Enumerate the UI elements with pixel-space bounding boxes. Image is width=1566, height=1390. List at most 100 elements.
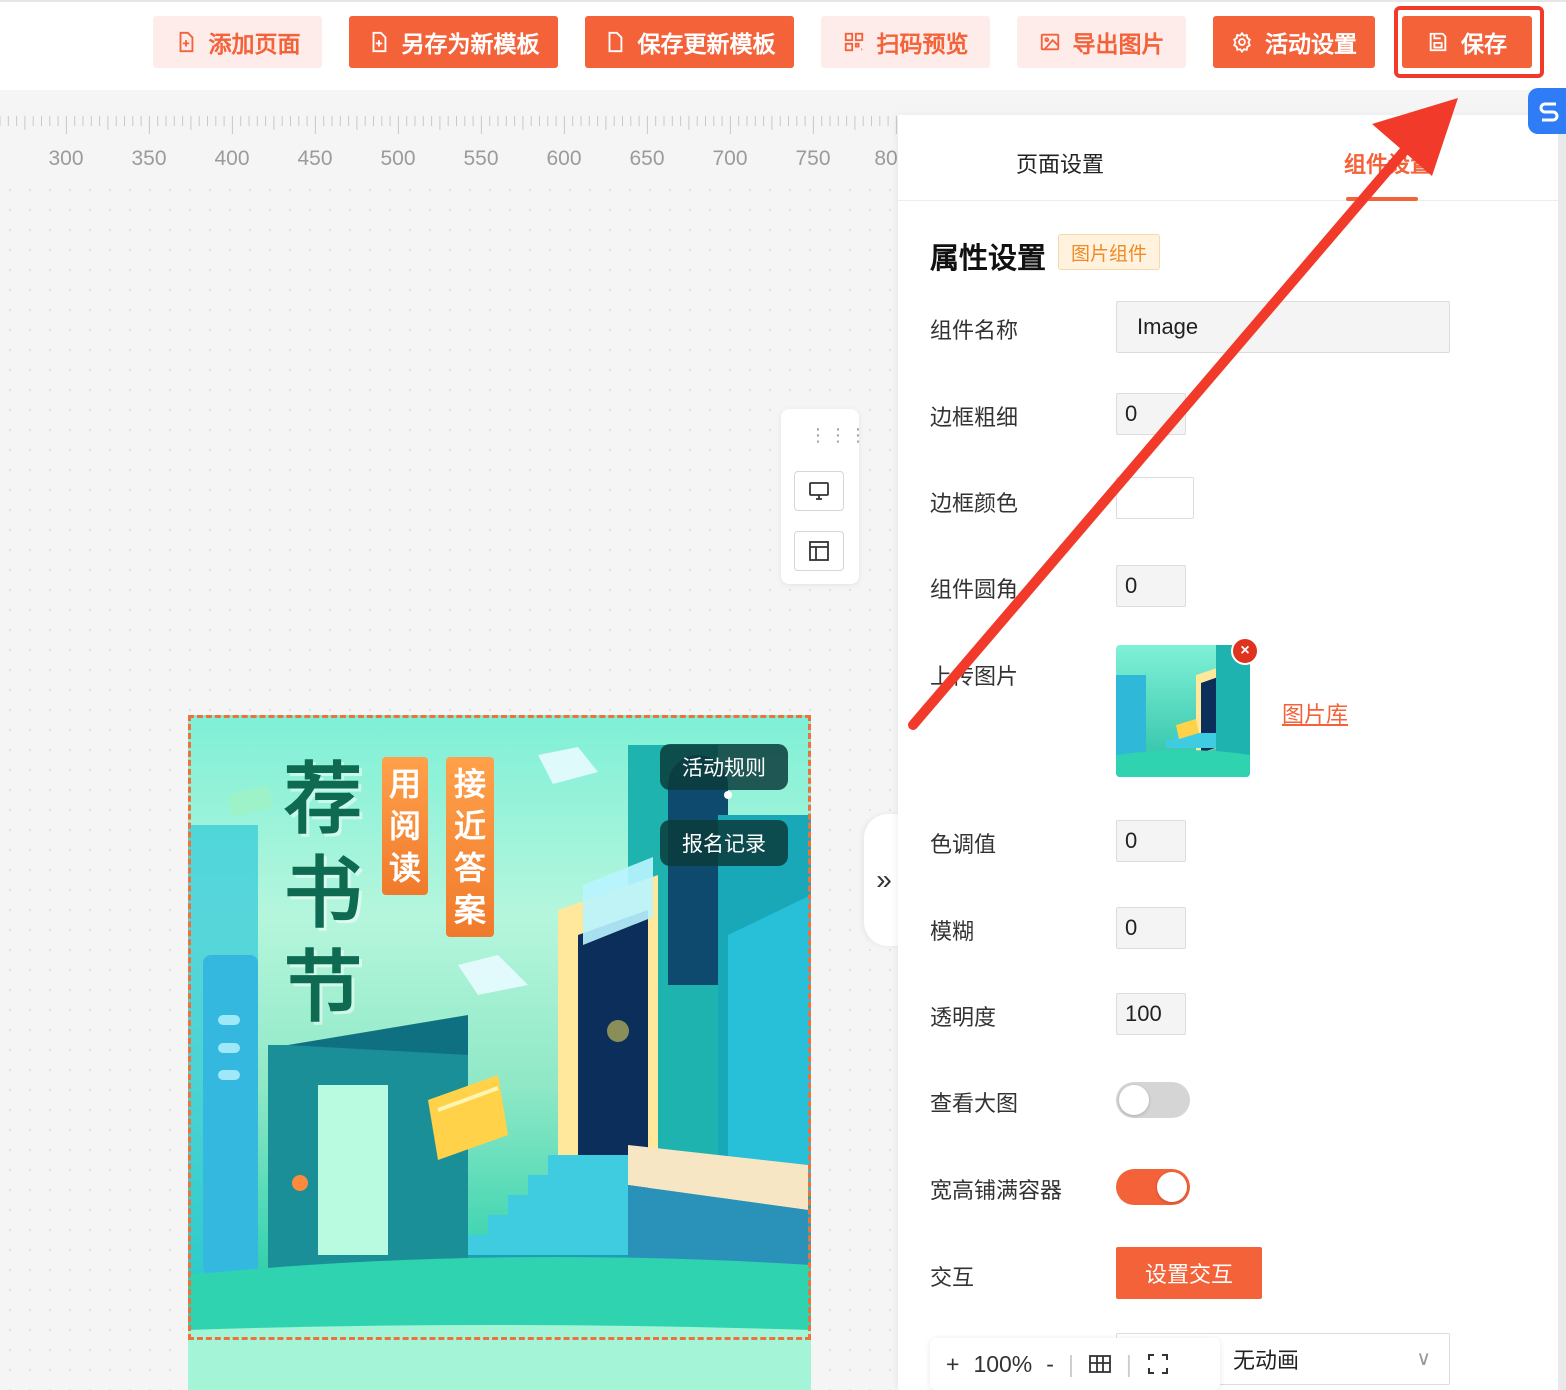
zoom-controls: + 100% - | | [930, 1338, 1220, 1390]
title-char: 节 [283, 942, 362, 1033]
chevron-down-icon: ∨ [1416, 1348, 1431, 1370]
export-image-button[interactable]: 导出图片 [1017, 16, 1186, 68]
horizontal-ruler: 030035040045050055060065070075080 [0, 108, 898, 178]
layout-icon [809, 541, 829, 561]
fullscreen-icon[interactable] [1146, 1352, 1170, 1376]
qrcode-icon [844, 32, 863, 52]
hue-input[interactable]: 0 [1116, 820, 1186, 862]
ruler-label: 450 [297, 147, 332, 170]
ruler-label: 600 [546, 147, 581, 170]
border-color-label: 边框颜色 [930, 491, 1019, 516]
layout-view-button[interactable] [794, 531, 844, 571]
desktop-view-button[interactable] [794, 471, 844, 511]
name-label: 组件名称 [930, 318, 1019, 343]
border-width-label: 边框粗细 [930, 405, 1019, 430]
component-name-input[interactable]: Image [1116, 301, 1450, 353]
ruler-label: 80 [874, 147, 897, 170]
title-char: 荐 [283, 754, 362, 845]
divider: | [1067, 1350, 1074, 1377]
panel-tabs: 页面设置 组件设置 [898, 115, 1558, 201]
tag-char: 近 [453, 807, 486, 845]
poster-title: 荐 书 节 [283, 753, 363, 1035]
tag-char: 用 [388, 765, 421, 803]
top-toolbar: 添加页面 另存为新模板 保存更新模板 扫码预览 导出图片 活动设置 保存 [0, 0, 1566, 90]
tag-char: 读 [388, 849, 421, 887]
file-plus-icon [179, 31, 193, 53]
add-page-label: 添加页面 [208, 31, 301, 57]
toggle-knob [1157, 1172, 1187, 1202]
double-chevron-right-icon: » [876, 864, 892, 895]
blur-input[interactable]: 0 [1116, 907, 1186, 949]
floating-assistant-icon[interactable] [1528, 88, 1566, 134]
save-icon [1429, 32, 1447, 52]
image-icon [1040, 33, 1059, 51]
save-as-template-button[interactable]: 另存为新模板 [349, 16, 558, 68]
poster-records-button[interactable]: 报名记录 [660, 820, 788, 866]
file-plus-icon [372, 31, 386, 53]
title-char: 书 [283, 848, 362, 939]
blur-label: 模糊 [930, 919, 975, 944]
scan-preview-button[interactable]: 扫码预览 [821, 16, 990, 68]
component-type-badge: 图片组件 [1058, 234, 1161, 270]
save-update-template-button[interactable]: 保存更新模板 [585, 16, 794, 68]
gear-icon [1233, 31, 1251, 53]
remove-image-icon[interactable]: × [1231, 637, 1259, 665]
activity-settings-label: 活动设置 [1265, 31, 1357, 57]
interaction-label: 交互 [930, 1265, 975, 1290]
zoom-image-toggle[interactable] [1116, 1082, 1190, 1118]
animation-value: 无动画 [1233, 1348, 1300, 1373]
thumbnail-illustration [1116, 645, 1250, 777]
ruler-label: 750 [795, 147, 830, 170]
poster-image-component[interactable]: 荐 书 节 用 阅 读 接 近 答 案 活动规则 报名记录 [188, 715, 811, 1390]
hue-label: 色调值 [930, 832, 997, 857]
divider: | [1125, 1350, 1132, 1377]
poster-rules-button[interactable]: 活动规则 [660, 744, 788, 790]
activity-settings-button[interactable]: 活动设置 [1213, 16, 1375, 68]
opacity-input[interactable]: 100 [1116, 993, 1186, 1035]
canvas-side-tools: ⋮⋮⋮ [781, 409, 867, 584]
fill-container-label: 宽高铺满容器 [930, 1178, 1063, 1203]
zoom-out-button[interactable]: - [1046, 1351, 1054, 1378]
radius-input[interactable]: 0 [1116, 565, 1186, 607]
drag-handle-icon[interactable]: ⋮⋮⋮ [809, 426, 869, 444]
ruler-label: 550 [463, 147, 498, 170]
grid-icon[interactable] [1088, 1353, 1112, 1375]
set-interaction-button[interactable]: 设置交互 [1116, 1247, 1262, 1299]
tag-char: 案 [453, 891, 486, 929]
ruler-label: 350 [131, 147, 166, 170]
poster-tag-right: 接 近 答 案 [446, 757, 494, 937]
file-icon [608, 31, 622, 53]
monitor-icon [809, 482, 829, 500]
fill-container-toggle[interactable] [1116, 1169, 1190, 1205]
ruler-label: 500 [380, 147, 415, 170]
export-image-label: 导出图片 [1072, 31, 1165, 57]
save-label: 保存 [1461, 31, 1507, 57]
zoom-in-button[interactable]: + [946, 1351, 959, 1378]
tag-char: 阅 [388, 807, 421, 845]
zoom-value: 100% [973, 1350, 1033, 1377]
border-color-picker[interactable] [1116, 477, 1194, 519]
upload-label: 上传图片 [930, 664, 1019, 689]
ruler-label: 300 [48, 147, 83, 170]
ruler-label: 400 [214, 147, 249, 170]
scan-preview-label: 扫码预览 [876, 31, 969, 57]
tab-page-settings[interactable]: 页面设置 [1016, 147, 1104, 179]
save-update-template-label: 保存更新模板 [637, 31, 776, 57]
ruler-label: 700 [712, 147, 747, 170]
save-as-template-label: 另存为新模板 [401, 31, 540, 57]
tag-char: 答 [453, 849, 486, 887]
ruler-label: 650 [629, 147, 664, 170]
section-title: 属性设置 [930, 243, 1047, 275]
ruler-ticks: 030035040045050055060065070075080 [0, 116, 898, 170]
active-tab-indicator [1346, 197, 1418, 201]
zoom-image-label: 查看大图 [930, 1091, 1019, 1116]
toggle-knob [1119, 1085, 1149, 1115]
save-button[interactable]: 保存 [1402, 16, 1532, 68]
scrollbar-track[interactable] [1558, 90, 1566, 1390]
uploaded-image-thumbnail[interactable] [1116, 645, 1250, 777]
image-library-link[interactable]: 图片库 [1282, 697, 1348, 729]
tab-component-settings[interactable]: 组件设置 [1344, 147, 1432, 179]
poster-illustration [188, 745, 811, 1390]
add-page-button[interactable]: 添加页面 [153, 16, 322, 68]
border-width-input[interactable]: 0 [1116, 393, 1186, 435]
